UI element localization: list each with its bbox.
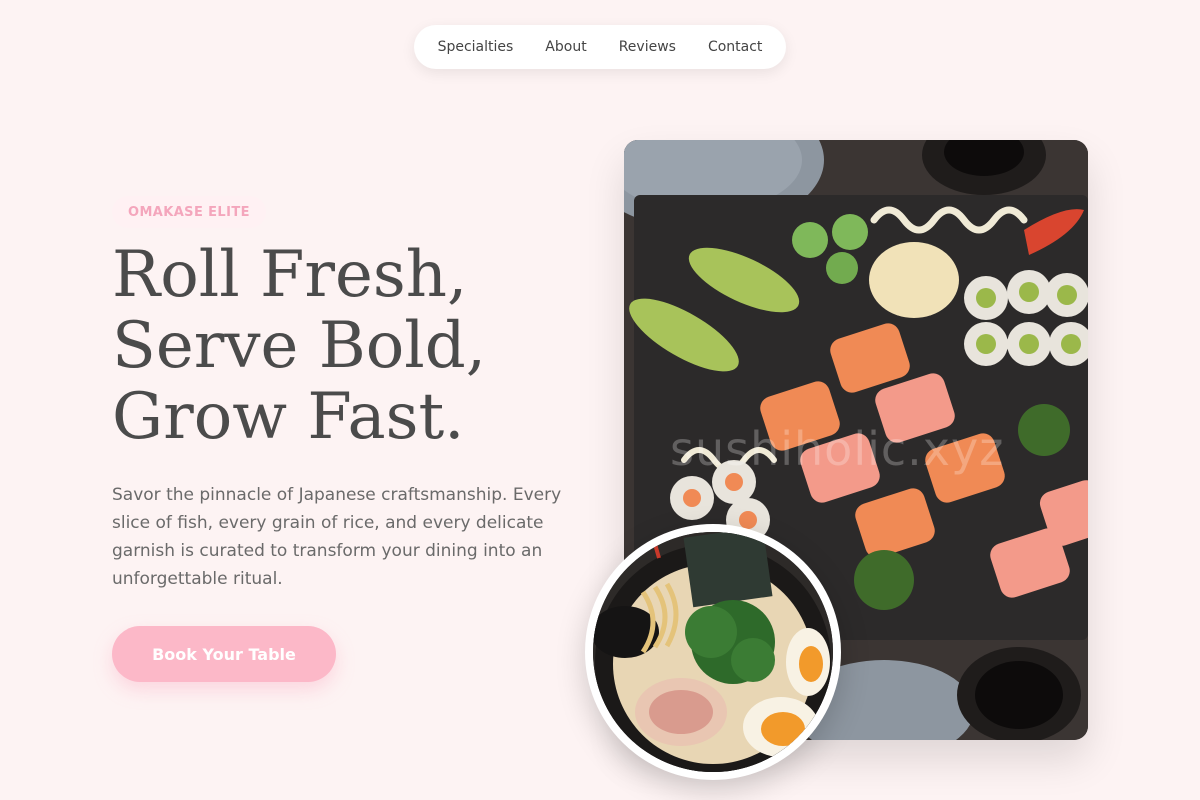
top-nav: Specialties About Reviews Contact — [414, 25, 786, 69]
nav-item-contact[interactable]: Contact — [708, 39, 762, 55]
nav-item-specialties[interactable]: Specialties — [438, 39, 514, 55]
nav-item-about[interactable]: About — [545, 39, 586, 55]
hero-description: Savor the pinnacle of Japanese craftsman… — [112, 485, 562, 589]
omakase-badge: OMAKASE ELITE — [112, 196, 266, 228]
ramen-bowl-frame — [593, 532, 833, 772]
book-table-button[interactable]: Book Your Table — [112, 626, 336, 682]
nav-item-reviews[interactable]: Reviews — [619, 39, 676, 55]
photo-watermark: sushiholic.xyz — [670, 422, 1005, 476]
hero-headline: Roll Fresh, Serve Bold, Grow Fast. — [112, 240, 592, 453]
headline-line-2: Serve Bold, — [112, 309, 487, 383]
ramen-bowl-photo — [585, 524, 841, 780]
ramen-bowl-illustration — [593, 532, 833, 772]
headline-line-1: Roll Fresh, — [112, 238, 468, 312]
headline-line-3: Grow Fast. — [112, 380, 465, 454]
